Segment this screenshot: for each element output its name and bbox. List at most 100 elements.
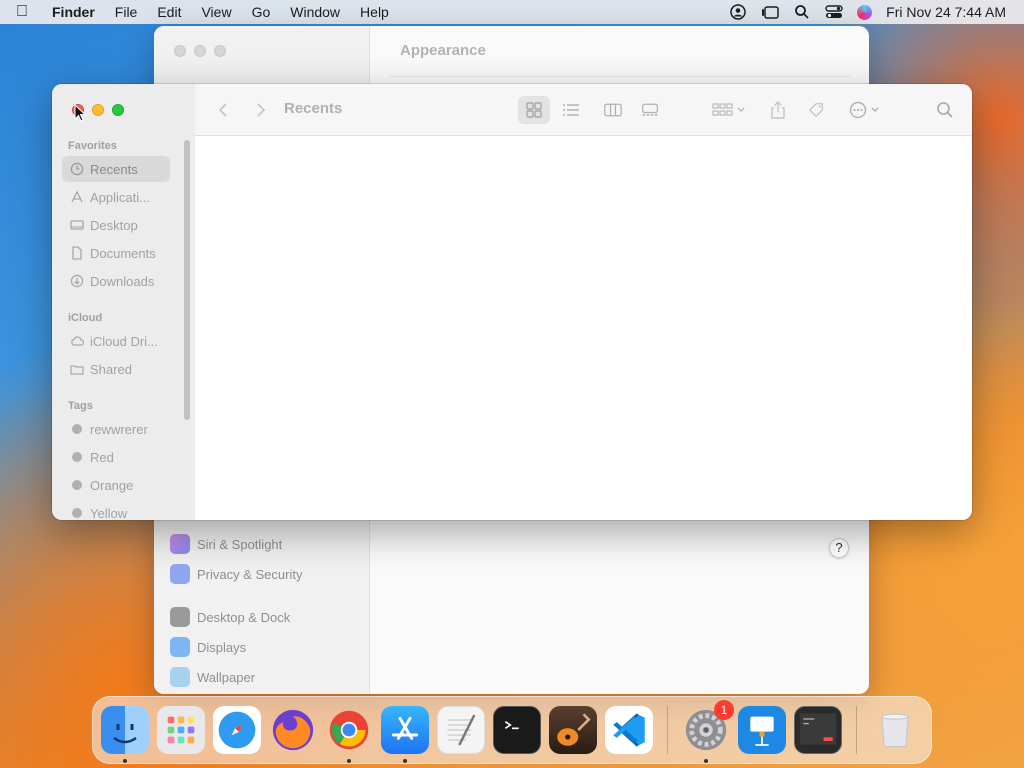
settings-close-button[interactable] [174, 45, 186, 57]
console-icon [799, 713, 837, 745]
finder-zoom-button[interactable] [112, 104, 124, 116]
sidebar-scrollbar[interactable] [184, 140, 190, 420]
dock-safari[interactable] [213, 706, 261, 754]
launchpad-icon [167, 716, 195, 744]
menu-go[interactable]: Go [242, 4, 281, 20]
sidebar-tag-rewwrerer[interactable]: rewwrerer [62, 416, 170, 442]
tag-dot-icon [72, 508, 82, 518]
menubar-clock[interactable]: Fri Nov 24 7:44 AM [886, 4, 1006, 20]
view-as-gallery-button[interactable] [639, 98, 661, 122]
finder-content-area[interactable] [195, 137, 972, 520]
dock-launchpad[interactable] [157, 706, 205, 754]
finder-face-icon [113, 724, 137, 744]
menu-window[interactable]: Window [280, 4, 350, 20]
sidebar-section-favorites: Favorites [68, 140, 117, 152]
dock-separator [856, 706, 857, 754]
sidebar-tag-red[interactable]: Red [62, 444, 170, 470]
dock-textedit[interactable] [437, 706, 485, 754]
settings-item-wallpaper[interactable]: Wallpaper [170, 667, 255, 687]
gallery-icon [642, 103, 658, 116]
sidebar-tag-yellow[interactable]: Yellow [62, 500, 170, 520]
running-indicator [347, 759, 351, 763]
group-icon [712, 103, 745, 116]
sidebar-item-applications[interactable]: Applicati... [62, 184, 170, 210]
dock-firefox[interactable] [269, 706, 317, 754]
help-button[interactable]: ? [829, 538, 849, 558]
mouse-pointer-icon [74, 104, 86, 122]
chevron-right-icon [257, 103, 266, 117]
share-button[interactable] [769, 98, 787, 122]
ellipsis-circle-icon [849, 101, 879, 119]
settings-item-desktop-dock[interactable]: Desktop & Dock [170, 607, 290, 627]
settings-item-privacy-security[interactable]: Privacy & Security [170, 564, 302, 584]
terminal-icon [504, 720, 519, 730]
view-as-icons-button[interactable] [525, 98, 543, 122]
tags-button[interactable] [807, 98, 827, 122]
view-as-columns-button[interactable] [602, 98, 624, 122]
dock-finder[interactable] [101, 706, 149, 763]
finder-sidebar: Favorites Recents Applicati... Desktop D… [52, 84, 195, 520]
dock-keynote[interactable] [738, 706, 786, 754]
search-icon [937, 102, 953, 118]
wallpaper-icon [170, 667, 190, 687]
dock-chrome[interactable] [325, 706, 373, 763]
tag-dot-icon [72, 480, 82, 490]
tag-dot-icon [72, 424, 82, 434]
menu-edit[interactable]: Edit [147, 4, 191, 20]
dock-system-settings[interactable]: 1 [682, 700, 734, 763]
share-icon [771, 101, 785, 119]
settings-pane-title: Appearance [400, 42, 486, 59]
forward-button[interactable] [251, 98, 269, 122]
dock-app-store[interactable] [381, 706, 429, 763]
dock-garageband[interactable] [549, 706, 597, 754]
sidebar-item-icloud-drive[interactable]: iCloud Dri... [62, 328, 170, 354]
sidebar-item-shared[interactable]: Shared [62, 356, 170, 382]
vscode-icon [613, 713, 645, 747]
compass-icon [218, 711, 256, 749]
dock-console[interactable] [794, 706, 842, 754]
search-button[interactable] [935, 98, 955, 122]
user-account-icon[interactable] [729, 4, 747, 20]
stage-manager-icon[interactable] [761, 5, 779, 19]
menu-bar:  Finder File Edit View Go Window Help F… [0, 0, 1024, 24]
sidebar-item-downloads[interactable]: Downloads [62, 268, 170, 294]
apple-menu-icon[interactable]:  [0, 3, 44, 21]
menu-file[interactable]: File [105, 4, 148, 20]
dock-vscode[interactable] [605, 706, 653, 754]
running-indicator [704, 759, 708, 763]
siri-spotlight-icon [170, 534, 190, 554]
settings-item-displays[interactable]: Displays [170, 637, 246, 657]
app-store-icon [391, 716, 419, 740]
trash-icon [880, 713, 910, 748]
sidebar-item-desktop[interactable]: Desktop [62, 212, 170, 238]
settings-item-siri-spotlight[interactable]: Siri & Spotlight [170, 534, 282, 554]
menu-app-finder[interactable]: Finder [44, 4, 105, 20]
more-actions-button[interactable] [849, 98, 885, 122]
sidebar-item-documents[interactable]: Documents [62, 240, 170, 266]
keynote-icon [750, 716, 774, 746]
settings-minimize-button[interactable] [194, 45, 206, 57]
desktop-dock-icon [170, 607, 190, 627]
sidebar-tag-orange[interactable]: Orange [62, 472, 170, 498]
shared-folder-icon [70, 365, 84, 375]
view-as-list-button[interactable] [562, 98, 580, 122]
finder-minimize-button[interactable] [92, 104, 104, 116]
dock-trash[interactable] [871, 706, 919, 754]
back-button[interactable] [215, 98, 233, 122]
spotlight-search-icon[interactable] [793, 5, 811, 19]
applications-icon [71, 190, 83, 203]
finder-window-title: Recents [284, 100, 343, 117]
siri-icon[interactable] [857, 4, 873, 20]
menu-view[interactable]: View [191, 4, 241, 20]
guitar-icon [557, 713, 591, 746]
sidebar-item-recents[interactable]: Recents [62, 156, 170, 182]
dock-separator [667, 706, 668, 754]
dock-terminal[interactable] [493, 706, 541, 754]
download-icon [70, 274, 84, 288]
menu-help[interactable]: Help [350, 4, 399, 20]
finder-window: Favorites Recents Applicati... Desktop D… [52, 84, 972, 520]
settings-zoom-button[interactable] [214, 45, 226, 57]
group-by-button[interactable] [711, 98, 751, 122]
control-center-icon[interactable] [825, 5, 843, 19]
running-indicator [123, 759, 127, 763]
